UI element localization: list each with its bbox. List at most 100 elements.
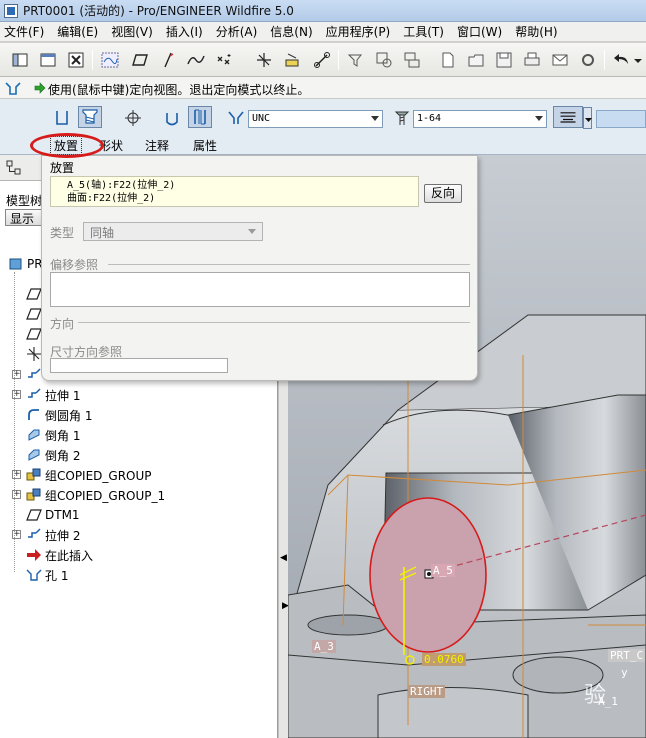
primary-reference[interactable]: A_5(轴):F22(拉伸_2) — [67, 179, 418, 192]
tree-item-label: 组COPIED_GROUP — [45, 468, 152, 483]
undo-icon[interactable] — [612, 50, 632, 70]
datum-axis-tool-icon[interactable] — [158, 50, 178, 70]
hole-tool-icon — [5, 82, 21, 95]
collapse-left-icon[interactable]: ◀ — [280, 553, 287, 563]
thread-standard-select[interactable]: UNC — [248, 110, 383, 128]
menu-tools[interactable]: 工具(T) — [403, 23, 444, 40]
tree-item-label: 拉伸 1 — [45, 388, 81, 403]
placement-type-select[interactable]: 同轴 — [83, 222, 263, 241]
orient-view-icon[interactable] — [374, 50, 394, 70]
offset-refs-label: 偏移参照 — [50, 258, 99, 272]
layout-icon[interactable] — [10, 50, 30, 70]
saved-views-icon[interactable] — [402, 50, 422, 70]
dimension-label[interactable]: 0.0760 — [422, 653, 466, 666]
round-icon — [26, 407, 42, 423]
tree-item-label: 倒角 1 — [45, 428, 81, 443]
tree-item[interactable]: PR — [8, 255, 43, 273]
offset-refs-collector[interactable] — [50, 272, 470, 307]
extrude-icon — [26, 527, 42, 543]
offset-refs-divider — [108, 264, 470, 265]
tree-item[interactable]: 倒角 1 — [26, 426, 80, 444]
undo-dropdown-icon[interactable] — [632, 50, 644, 70]
hole-icon — [26, 567, 42, 583]
datum-curve-tool-icon[interactable] — [186, 50, 206, 70]
simple-hole-button[interactable] — [50, 107, 74, 129]
standard-hole-button[interactable] — [78, 106, 102, 128]
flip-direction-button[interactable]: 反向 — [424, 184, 462, 203]
menu-applications[interactable]: 应用程序(P) — [326, 23, 391, 40]
sketch-display-icon[interactable] — [100, 50, 120, 70]
chamfer-icon — [26, 447, 42, 463]
tab-properties[interactable]: 属性 — [193, 137, 217, 154]
axis-a3-label: A_3 — [312, 640, 336, 653]
screw-size-value: 1-64 — [417, 113, 442, 124]
open-file-icon[interactable] — [466, 50, 486, 70]
chamfer-icon — [26, 427, 42, 443]
menu-edit[interactable]: 编辑(E) — [57, 23, 98, 40]
datum-point-tool-icon[interactable] — [214, 50, 234, 70]
dim-direction-collector[interactable] — [50, 358, 228, 373]
watermark-text: 验 — [584, 683, 607, 708]
menu-file[interactable]: 文件(F) — [4, 23, 44, 40]
axis-a5-label: A_5 — [431, 564, 455, 577]
placement-panel: 放置 A_5(轴):F22(拉伸_2) 曲面:F22(拉伸_2) 反向 类型 同… — [41, 155, 478, 381]
tree-item[interactable]: DTM1 — [26, 506, 80, 524]
tree-item-label: 孔 1 — [45, 568, 69, 583]
type-label: 类型 — [50, 226, 75, 240]
model-tree-label: 模型树 — [6, 194, 43, 208]
settings-icon[interactable] — [578, 50, 598, 70]
window-icon[interactable] — [38, 50, 58, 70]
countersink-button[interactable] — [224, 107, 248, 129]
tapped-thread-button[interactable] — [188, 106, 212, 128]
insert-here-icon — [26, 547, 42, 563]
save-icon[interactable] — [494, 50, 514, 70]
extrude-icon — [26, 387, 42, 403]
depth-option-button[interactable] — [553, 106, 583, 128]
datum-plane-icon — [26, 286, 42, 302]
model-tree-tab-icon[interactable] — [6, 160, 22, 176]
print-icon[interactable] — [522, 50, 542, 70]
tree-item-label: 组COPIED_GROUP_1 — [45, 488, 166, 503]
new-file-icon[interactable] — [438, 50, 458, 70]
placement-references-collector[interactable]: A_5(轴):F22(拉伸_2) 曲面:F22(拉伸_2) — [50, 176, 419, 207]
tree-item[interactable]: + 组COPIED_GROUP — [12, 466, 152, 484]
tree-item[interactable]: 倒角 2 — [26, 446, 80, 464]
tree-item[interactable]: 孔 1 — [26, 566, 68, 584]
menu-insert[interactable]: 插入(I) — [166, 23, 203, 40]
coordinate-system-icon — [26, 346, 42, 362]
placement-target-icon[interactable] — [121, 107, 145, 129]
show-button[interactable]: 显示 — [5, 209, 45, 226]
select-filter-icon[interactable] — [346, 50, 366, 70]
tapped-hole-button[interactable] — [160, 107, 184, 129]
menu-info[interactable]: 信息(N) — [270, 23, 312, 40]
prompt-arrow-icon — [34, 82, 46, 94]
tree-item[interactable]: + 拉伸 1 — [12, 386, 81, 404]
secondary-reference[interactable]: 曲面:F22(拉伸_2) — [67, 192, 418, 205]
send-mail-icon[interactable] — [550, 50, 570, 70]
placement-type-value: 同轴 — [90, 226, 115, 240]
tree-item[interactable]: 倒圆角 1 — [26, 406, 92, 424]
close-window-icon[interactable] — [66, 50, 86, 70]
datum-prt-label: PRT_C — [608, 649, 646, 662]
screw-size-icon — [390, 107, 414, 129]
screw-size-select[interactable]: 1-64 — [413, 110, 547, 128]
analysis-feature-icon[interactable] — [282, 50, 302, 70]
tree-item[interactable]: 在此插入 — [26, 546, 93, 564]
datum-plane-icon — [26, 306, 42, 322]
coordinate-system-tool-icon[interactable] — [254, 50, 274, 70]
window-title: PRT0001 (活动的) - Pro/ENGINEER Wildfire 5.… — [23, 4, 294, 18]
depth-option-dropdown[interactable] — [583, 107, 592, 129]
menu-view[interactable]: 视图(V) — [111, 23, 153, 40]
menu-help[interactable]: 帮助(H) — [515, 23, 557, 40]
sketch-tool-icon[interactable] — [312, 50, 332, 70]
menu-window[interactable]: 窗口(W) — [457, 23, 502, 40]
depth-value-input[interactable] — [596, 110, 646, 128]
tree-item[interactable]: + 组COPIED_GROUP_1 — [12, 486, 166, 504]
tab-note[interactable]: 注释 — [145, 137, 169, 154]
menu-analysis[interactable]: 分析(A) — [216, 23, 258, 40]
datum-plane-tool-icon[interactable] — [130, 50, 150, 70]
proe-app-icon — [4, 3, 18, 18]
axis-y-label: y — [621, 666, 628, 679]
tree-item[interactable]: + 拉伸 2 — [12, 526, 80, 544]
group-icon — [26, 487, 42, 503]
